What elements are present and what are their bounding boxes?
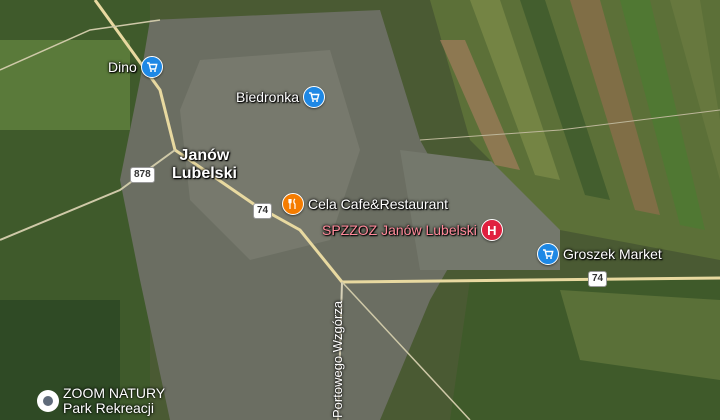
poi-label-groszek: Groszek Market: [563, 246, 662, 262]
poi-biedronka[interactable]: Biedronka: [236, 86, 326, 108]
poi-label-zoom-natury: ZOOM NATURY Park Rekreacji: [63, 386, 165, 416]
town-label-line1: Janów: [179, 147, 230, 164]
poi-label-biedronka: Biedronka: [236, 89, 300, 105]
road-shield-878: 878: [130, 167, 155, 183]
shopping-cart-icon[interactable]: [303, 86, 326, 108]
place-pin-icon[interactable]: [37, 390, 59, 412]
shopping-cart-icon[interactable]: [140, 56, 163, 78]
poi-label-dino: Dino: [108, 59, 137, 75]
shopping-cart-icon[interactable]: [537, 243, 559, 265]
poi-dino[interactable]: Dino: [108, 56, 163, 78]
poi-label-cela-cafe: Cela Cafe&Restaurant: [308, 196, 449, 212]
poi-label-zoom-natury-line1: ZOOM NATURY: [63, 385, 166, 401]
fork-knife-icon[interactable]: [282, 193, 304, 215]
poi-spzzoz-hospital[interactable]: SPZZOZ Janów Lubelski H: [322, 219, 503, 241]
poi-label-spzzoz: SPZZOZ Janów Lubelski: [322, 222, 477, 238]
poi-label-zoom-natury-line2: Park Rekreacji: [63, 400, 155, 416]
poi-zoom-natury[interactable]: ZOOM NATURY Park Rekreacji: [37, 386, 165, 416]
town-label-line2: Lubelski: [172, 165, 237, 182]
street-label: Portowego Wzgórza: [330, 300, 345, 418]
road-shield-74-west: 74: [253, 203, 273, 219]
poi-cela-cafe[interactable]: Cela Cafe&Restaurant: [282, 193, 448, 215]
town-label: Janów Lubelski: [172, 147, 237, 183]
poi-groszek-market[interactable]: Groszek Market: [537, 243, 662, 265]
hospital-icon[interactable]: H: [480, 219, 503, 241]
road-shield-74-east: 74: [588, 271, 608, 287]
